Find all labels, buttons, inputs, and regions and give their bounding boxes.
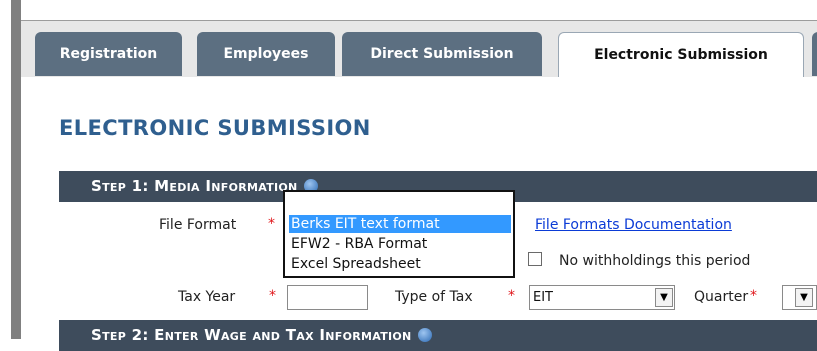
file-format-dropdown[interactable]: Berks EIT text format EFW2 - RBA Format … — [283, 190, 515, 278]
step2-title: Step 2: Enter Wage and Tax Information — [91, 326, 412, 344]
tab-more[interactable] — [812, 32, 817, 76]
file-format-required-marker: * — [268, 216, 275, 232]
no-withholdings-checkbox[interactable] — [528, 252, 542, 266]
left-border — [11, 0, 21, 339]
chevron-down-icon[interactable]: ▼ — [655, 288, 673, 307]
tab-bar: Registration Employees Direct Submission… — [21, 20, 817, 77]
tab-electronic-submission[interactable]: Electronic Submission — [558, 32, 804, 77]
type-of-tax-value: EIT — [533, 290, 553, 305]
file-format-option-efw2[interactable]: EFW2 - RBA Format — [289, 235, 427, 253]
tab-direct-submission[interactable]: Direct Submission — [342, 32, 542, 76]
tab-employees[interactable]: Employees — [197, 32, 335, 76]
type-of-tax-required-marker: * — [508, 288, 515, 304]
file-format-option-excel[interactable]: Excel Spreadsheet — [289, 255, 421, 273]
tab-registration[interactable]: Registration — [35, 32, 182, 76]
no-withholdings-label: No withholdings this period — [559, 253, 751, 269]
step2-header: Step 2: Enter Wage and Tax Information — [59, 320, 817, 351]
type-of-tax-select[interactable]: EIT ▼ — [529, 285, 675, 310]
quarter-label: Quarter — [694, 289, 749, 305]
chevron-down-icon[interactable]: ▼ — [795, 288, 813, 307]
tax-year-label: Tax Year — [178, 289, 236, 305]
quarter-select[interactable]: ▼ — [782, 285, 817, 310]
file-format-option-berks[interactable]: Berks EIT text format — [289, 215, 511, 233]
file-format-label: File Format — [159, 217, 237, 233]
help-icon[interactable] — [417, 328, 432, 342]
step1-title: Step 1: Media Information — [91, 177, 298, 195]
file-formats-documentation-link[interactable]: File Formats Documentation — [535, 217, 732, 233]
type-of-tax-label: Type of Tax — [395, 289, 473, 305]
quarter-required-marker: * — [750, 288, 757, 304]
tax-year-required-marker: * — [269, 288, 276, 304]
page-title: ELECTRONIC SUBMISSION — [59, 116, 371, 140]
tax-year-input[interactable] — [287, 285, 368, 310]
